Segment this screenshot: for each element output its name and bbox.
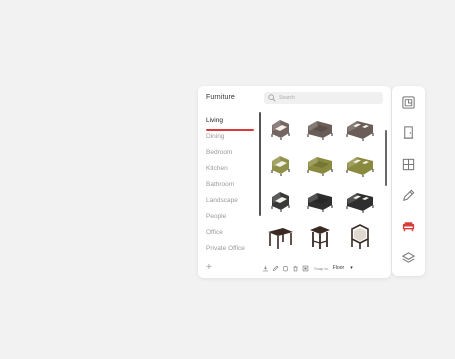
furniture-item[interactable] xyxy=(260,146,300,182)
search-icon xyxy=(268,94,276,102)
category-list-panel: Furniture Living Dining Bedroom Kitchen … xyxy=(198,86,258,278)
category-bathroom[interactable]: Bathroom xyxy=(206,179,258,195)
add-category-button[interactable]: + xyxy=(206,263,212,273)
armchair-icon xyxy=(271,156,290,176)
furniture-item[interactable] xyxy=(300,146,340,182)
snap-icon[interactable] xyxy=(302,265,309,272)
search-input[interactable]: Search xyxy=(264,92,383,104)
search-placeholder: Search xyxy=(279,95,295,101)
pencil-icon[interactable] xyxy=(401,188,416,203)
furniture-item[interactable] xyxy=(260,218,300,254)
category-office[interactable]: Office xyxy=(206,227,258,243)
furniture-item[interactable] xyxy=(340,218,380,254)
armchair-icon xyxy=(271,120,290,140)
furniture-item[interactable] xyxy=(340,182,380,218)
furniture-item[interactable] xyxy=(260,182,300,218)
window-icon[interactable] xyxy=(401,157,416,172)
sofa-icon xyxy=(346,121,374,141)
furniture-item[interactable] xyxy=(300,218,340,254)
furniture-item[interactable] xyxy=(300,182,340,218)
chair-icon xyxy=(351,224,369,249)
download-icon[interactable] xyxy=(262,265,269,272)
category-bedroom[interactable]: Bedroom xyxy=(206,147,258,163)
armchair-icon xyxy=(271,192,290,212)
category-living[interactable]: Living xyxy=(206,115,258,131)
door-icon[interactable] xyxy=(401,125,416,140)
category-list: Living Dining Bedroom Kitchen Bathroom L… xyxy=(206,115,258,259)
furniture-icon[interactable] xyxy=(401,219,416,234)
loveseat-icon xyxy=(307,157,333,176)
sofa-icon xyxy=(346,157,374,177)
category-people[interactable]: People xyxy=(206,211,258,227)
furniture-library-panel: Furniture Living Dining Bedroom Kitchen … xyxy=(198,86,391,278)
floorplan-icon[interactable] xyxy=(401,95,416,110)
category-private-office[interactable]: Private Office xyxy=(206,243,258,259)
layers-icon[interactable] xyxy=(401,250,416,265)
item-grid xyxy=(260,110,382,254)
furniture-item[interactable] xyxy=(340,146,380,182)
category-landscape[interactable]: Landscape xyxy=(206,195,258,211)
loveseat-icon xyxy=(307,193,333,212)
item-scrollbar[interactable] xyxy=(385,130,387,186)
category-dining[interactable]: Dining xyxy=(206,131,258,147)
chevron-down-icon[interactable]: ▾ xyxy=(350,265,353,271)
item-actions-bar: Snap to Floor ▾ xyxy=(262,262,388,274)
furniture-item[interactable] xyxy=(260,110,300,146)
tools-toolbar xyxy=(392,86,425,276)
delete-icon[interactable] xyxy=(292,265,299,272)
furniture-item[interactable] xyxy=(340,110,380,146)
loveseat-icon xyxy=(307,121,333,140)
category-kitchen[interactable]: Kitchen xyxy=(206,163,258,179)
side-table-icon xyxy=(310,226,330,249)
table-icon xyxy=(268,228,293,249)
copy-icon[interactable] xyxy=(282,265,289,272)
sofa-icon xyxy=(346,193,374,213)
edit-icon[interactable] xyxy=(272,265,279,272)
item-grid-panel: Search Snap to Floor ▾ xyxy=(258,86,391,278)
snap-label: Snap to xyxy=(314,265,328,271)
snap-select[interactable]: Floor xyxy=(333,265,344,271)
furniture-item[interactable] xyxy=(300,110,340,146)
library-title: Furniture xyxy=(206,94,235,101)
